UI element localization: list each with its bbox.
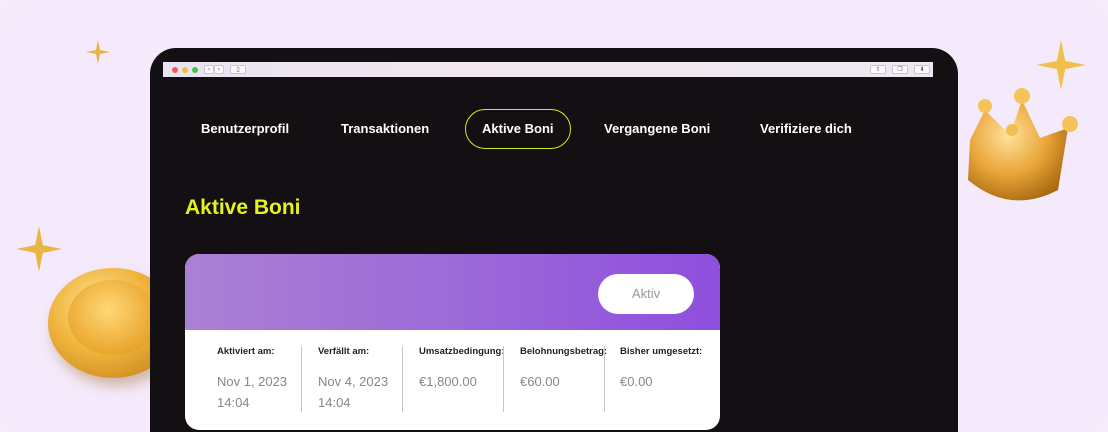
detail-label: Verfällt am: xyxy=(318,346,370,357)
status-badge: Aktiv xyxy=(598,274,694,314)
detail-value: €60.00 xyxy=(520,374,560,389)
tab-benutzerprofil[interactable]: Benutzerprofil xyxy=(201,109,289,149)
detail-turnover: Bisher umgesetzt: €0.00 xyxy=(620,346,720,412)
download-icon[interactable]: ⬇ xyxy=(914,65,930,74)
detail-label: Aktiviert am: xyxy=(217,346,275,357)
divider xyxy=(402,346,403,412)
back-icon[interactable]: ‹ xyxy=(204,65,214,74)
detail-expires: Verfällt am: Nov 4, 2023 14:04 xyxy=(318,346,418,412)
browser-toolbar: ‹ › ▯ ⇧ ❐ ⬇ xyxy=(163,62,933,77)
detail-reward: Belohnungsbetrag: €60.00 xyxy=(520,346,620,412)
tab-vergangene-boni[interactable]: Vergangene Boni xyxy=(604,109,710,149)
maximize-window-icon[interactable] xyxy=(192,66,198,73)
tab-verifiziere-dich[interactable]: Verifiziere dich xyxy=(760,109,852,149)
close-window-icon[interactable] xyxy=(172,66,178,73)
detail-value: €1,800.00 xyxy=(419,374,477,389)
detail-value: €0.00 xyxy=(620,374,653,389)
divider xyxy=(301,346,302,412)
minimize-window-icon[interactable] xyxy=(182,66,188,73)
bonus-card-header: Aktiv xyxy=(185,254,720,330)
tab-aktive-boni[interactable]: Aktive Boni xyxy=(465,109,571,149)
divider xyxy=(503,346,504,412)
detail-value: Nov 1, 2023 14:04 xyxy=(217,374,288,410)
page-title: Aktive Boni xyxy=(185,196,301,219)
detail-wagering: Umsatzbedingung: €1,800.00 xyxy=(419,346,519,412)
sidebar-icon[interactable]: ▯ xyxy=(230,65,246,74)
share-icon[interactable]: ⇧ xyxy=(870,65,886,74)
forward-icon[interactable]: › xyxy=(214,65,224,74)
detail-activated: Aktiviert am: Nov 1, 2023 14:04 xyxy=(217,346,317,412)
detail-value: Nov 4, 2023 14:04 xyxy=(318,374,389,410)
sparkle-icon xyxy=(86,40,110,64)
account-nav: Benutzerprofil Transaktionen Aktive Boni… xyxy=(163,109,933,149)
detail-label: Bisher umgesetzt: xyxy=(620,346,703,357)
bonus-details: Aktiviert am: Nov 1, 2023 14:04 Verfällt… xyxy=(185,330,720,430)
detail-label: Belohnungsbetrag: xyxy=(520,346,608,357)
tabs-icon[interactable]: ❐ xyxy=(892,65,908,74)
divider xyxy=(604,346,605,412)
bonus-card: Aktiv Aktiviert am: Nov 1, 2023 14:04 Ve… xyxy=(185,254,720,430)
detail-label: Umsatzbedingung: xyxy=(419,346,505,357)
crown-icon xyxy=(968,88,1078,201)
sparkle-icon xyxy=(16,226,62,272)
app-screen: ‹ › ▯ ⇧ ❐ ⬇ Benutzerprofil Transaktionen… xyxy=(163,62,933,432)
tab-transaktionen[interactable]: Transaktionen xyxy=(341,109,429,149)
